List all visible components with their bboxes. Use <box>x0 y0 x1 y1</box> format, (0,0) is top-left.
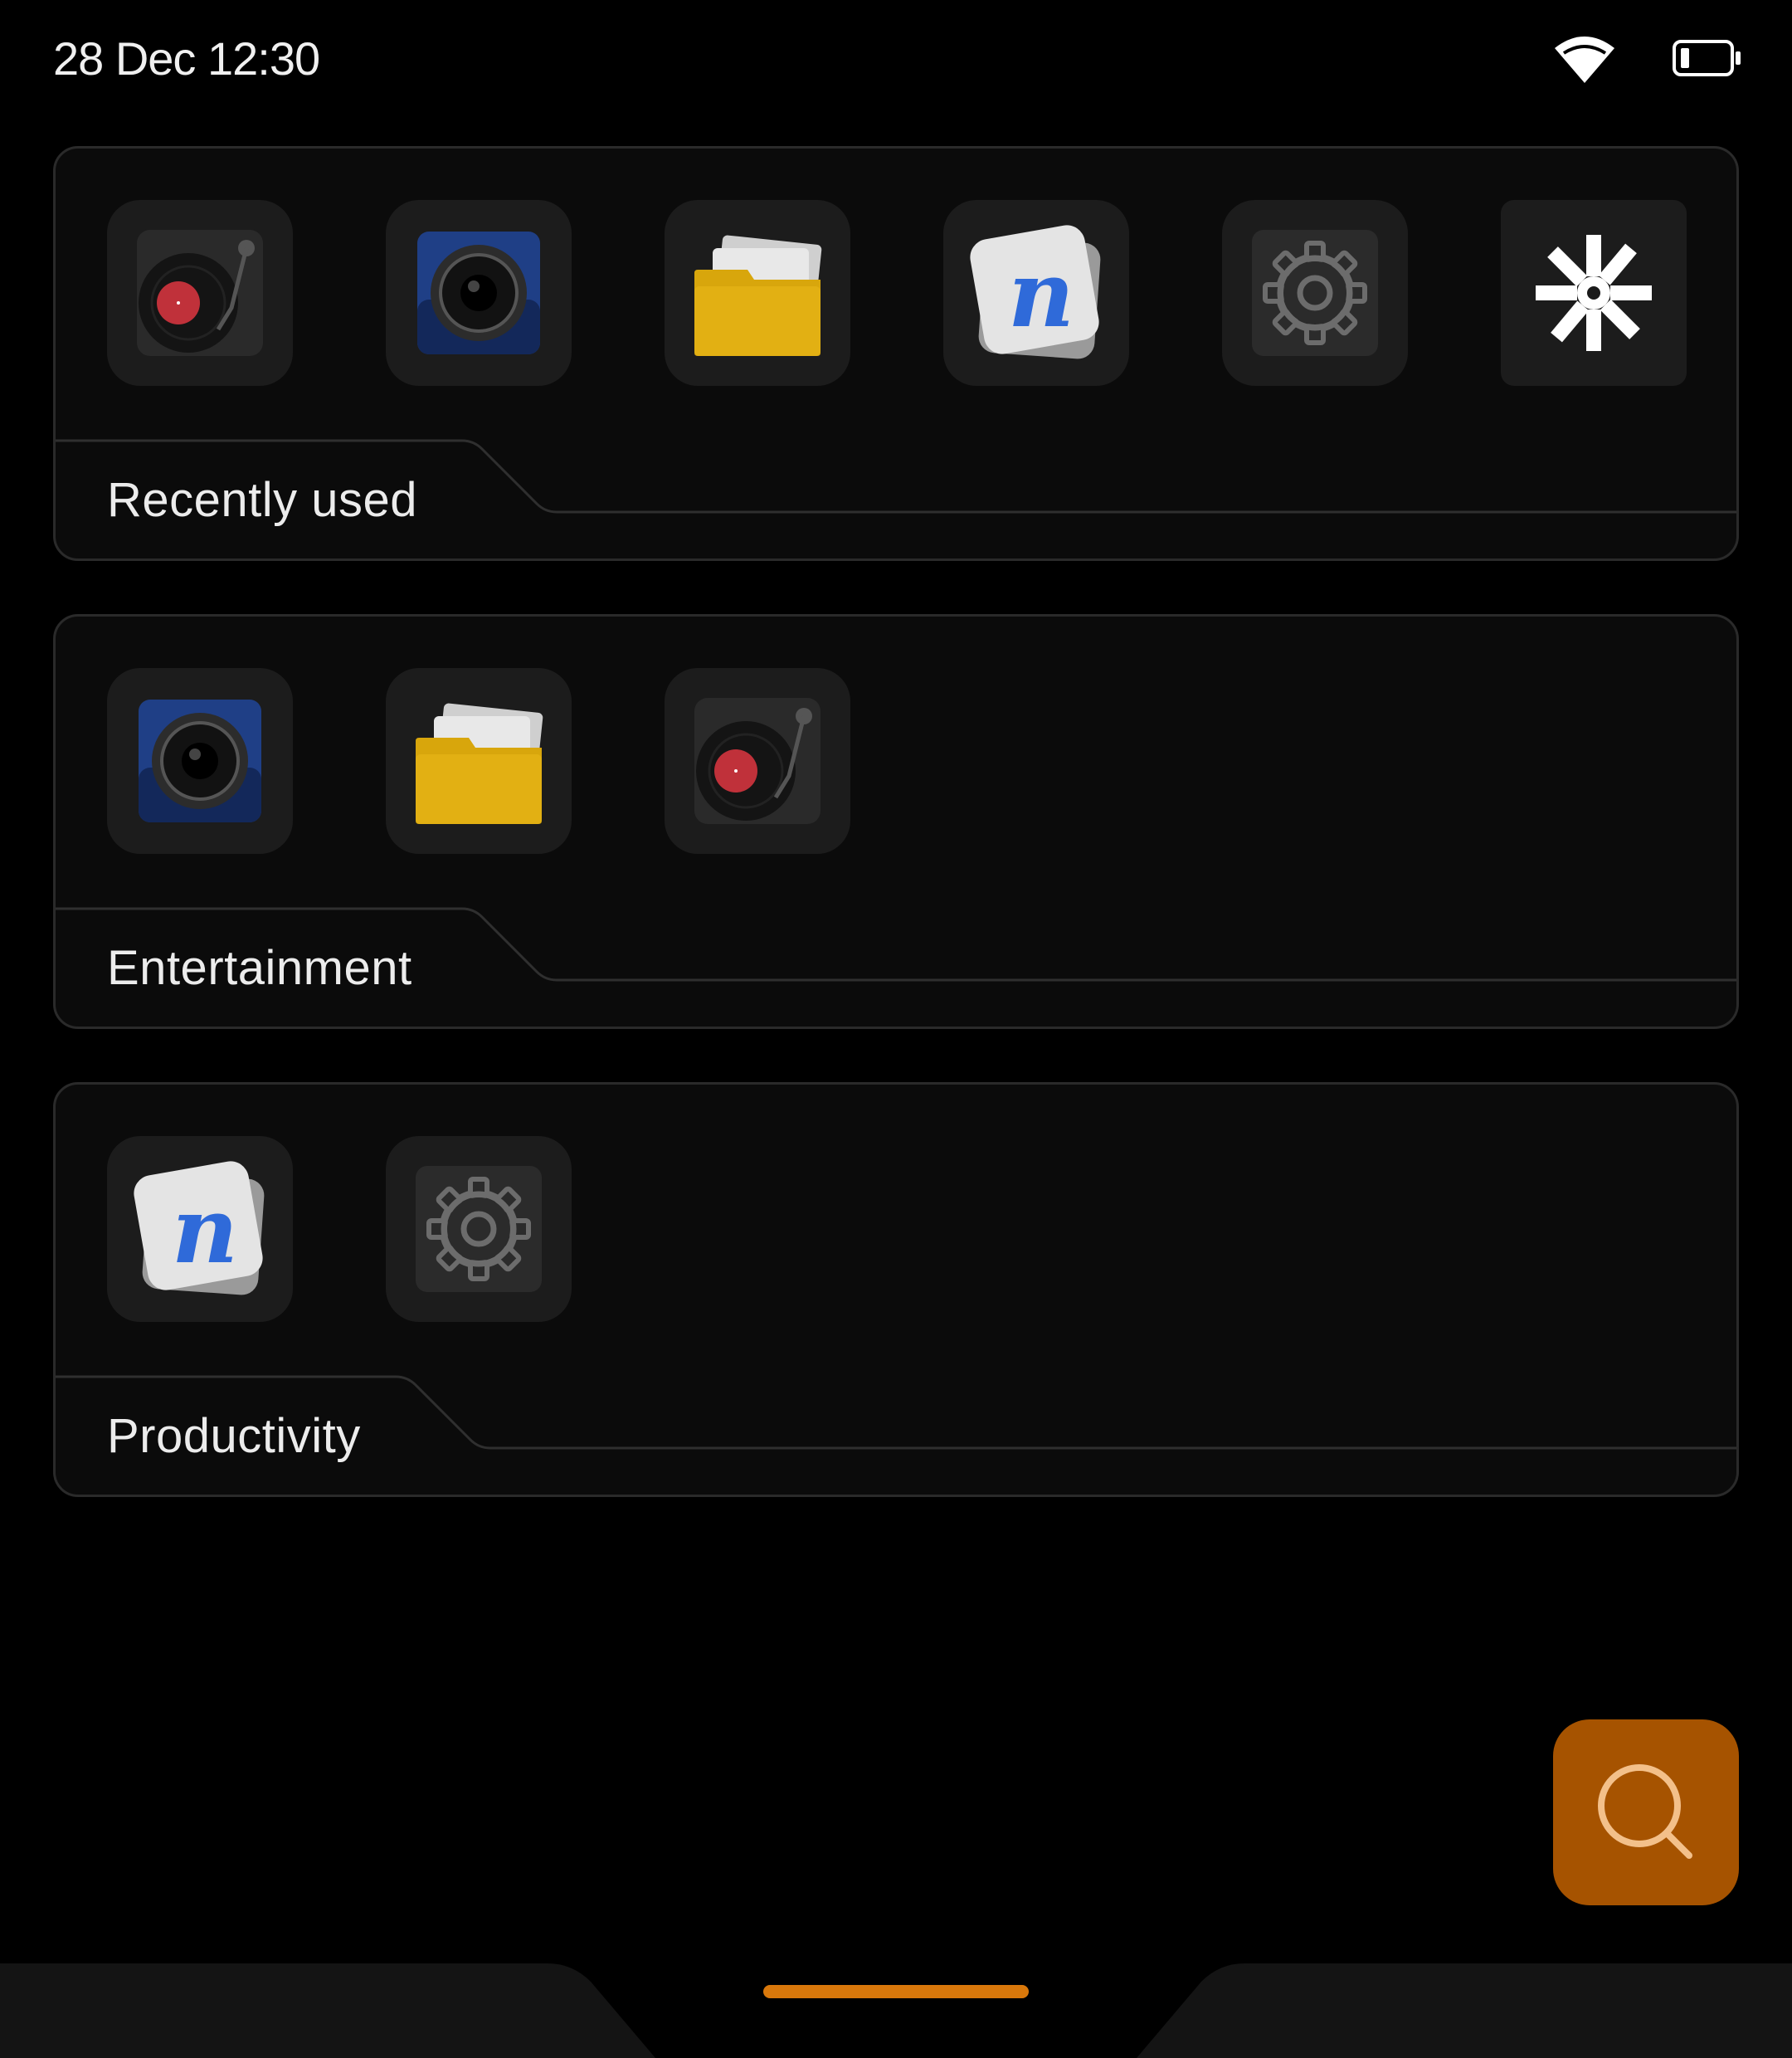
notes-app-icon[interactable] <box>943 200 1129 386</box>
settings-app-icon[interactable] <box>386 1136 572 1322</box>
status-datetime: 28 Dec 12:30 <box>53 32 320 85</box>
search-icon <box>1598 1764 1692 1859</box>
bottom-navigation-bar <box>0 1963 1792 2058</box>
notes-app-icon[interactable] <box>107 1136 293 1322</box>
folder-recently-used[interactable]: Recently used <box>53 146 1739 561</box>
battery-icon <box>1673 40 1741 76</box>
sparkle-app-icon[interactable] <box>1501 200 1687 386</box>
camera-app-icon[interactable] <box>107 668 293 854</box>
folder-label: Productivity <box>107 1409 361 1463</box>
files-app-icon[interactable] <box>386 668 572 854</box>
camera-app-icon[interactable] <box>386 200 572 386</box>
home-indicator[interactable] <box>763 1985 1029 1998</box>
search-button[interactable] <box>1553 1719 1739 1905</box>
files-app-icon[interactable] <box>665 200 850 386</box>
folder-productivity[interactable]: Productivity <box>53 1082 1739 1497</box>
folder-entertainment[interactable]: Entertainment <box>53 614 1739 1029</box>
wifi-icon <box>1555 37 1614 83</box>
folder-label: Recently used <box>107 473 418 527</box>
folder-label: Entertainment <box>107 941 412 995</box>
turntable-music-app-icon[interactable] <box>665 668 850 854</box>
settings-app-icon[interactable] <box>1222 200 1408 386</box>
turntable-music-app-icon[interactable] <box>107 200 293 386</box>
